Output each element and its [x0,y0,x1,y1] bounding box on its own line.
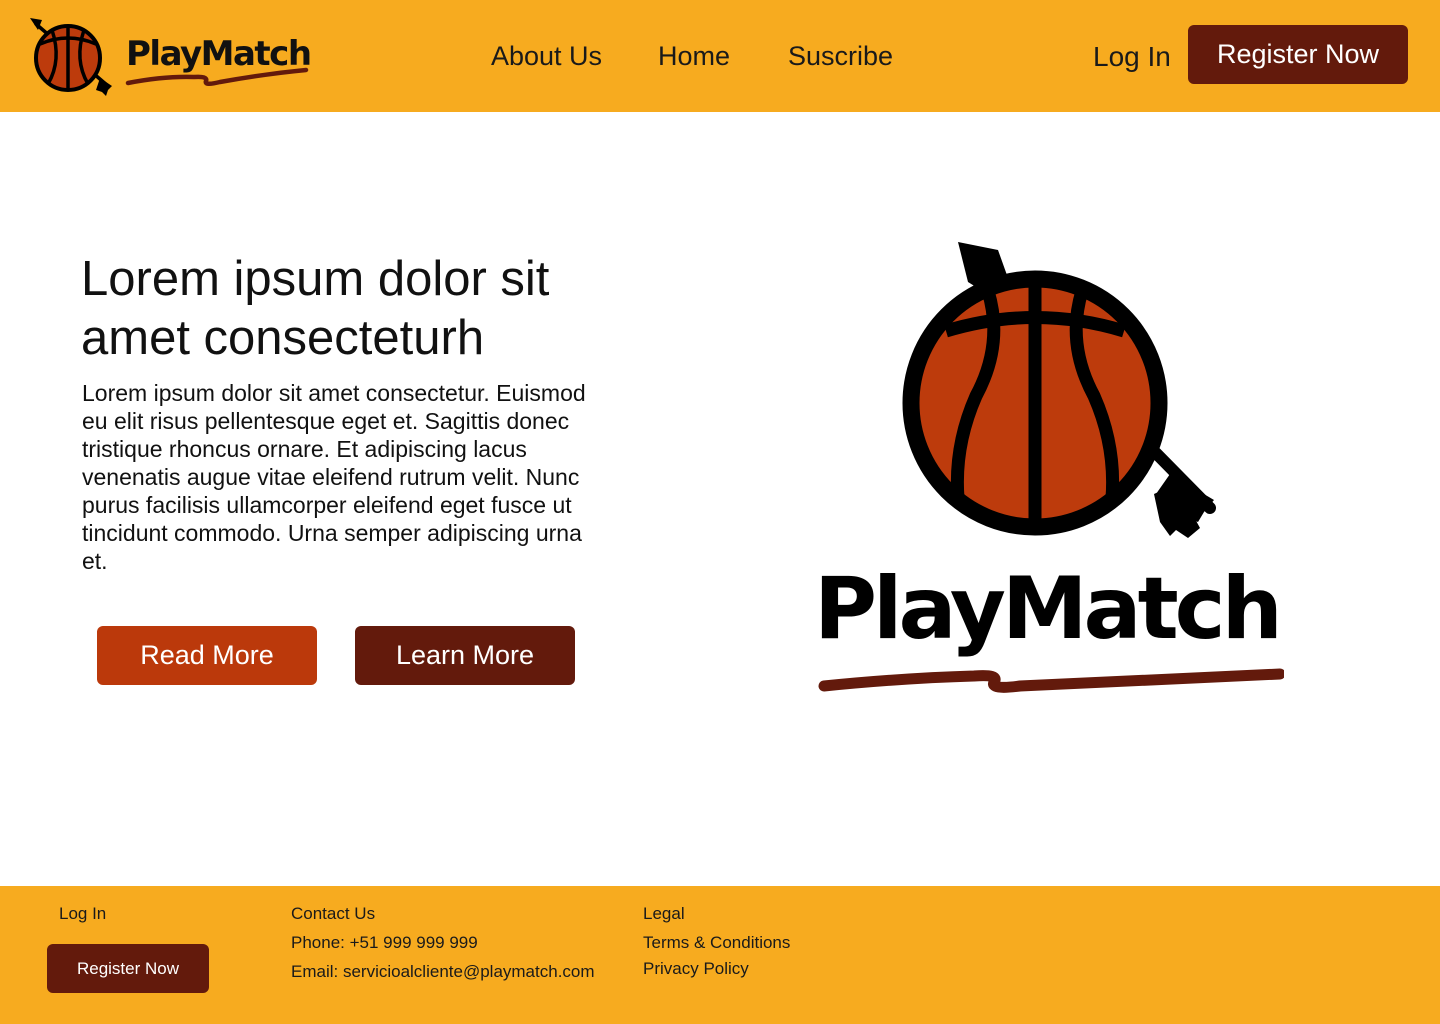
footer-phone: Phone: +51 999 999 999 [291,933,478,952]
basketball-arrow-icon [902,242,1216,538]
header-login-link[interactable]: Log In [1093,39,1171,75]
read-more-button[interactable]: Read More [97,626,317,685]
footer-legal-heading: Legal [643,904,685,923]
nav-subscribe[interactable]: Suscribe [788,38,893,74]
footer-terms-link[interactable]: Terms & Conditions [643,931,790,955]
learn-more-button[interactable]: Learn More [355,626,575,685]
basketball-arrow-icon [30,18,112,96]
footer-register-button[interactable]: Register Now [47,944,209,993]
nav-about-us[interactable]: About Us [491,38,602,74]
brand-underline-swoosh [125,67,309,86]
footer-privacy-link[interactable]: Privacy Policy [643,957,749,981]
hero-description: Lorem ipsum dolor sit amet consectetur. … [82,380,586,574]
site-footer: Log In Register Now Contact Us Phone: +5… [0,886,1440,1024]
hero-brand-name: PlayMatch [814,559,1283,659]
hero-title: Lorem ipsum dolor sit amet consecteturh [81,252,550,365]
hero-brand-swoosh [818,668,1284,693]
site-header: PlayMatch About Us Home Suscribe Log In … [0,0,1440,112]
footer-login-link[interactable]: Log In [59,902,106,926]
footer-email: Email: servicioalcliente@playmatch.com [291,962,595,981]
header-register-button[interactable]: Register Now [1188,25,1408,84]
footer-contact-heading: Contact Us [291,904,376,923]
hero-logo: PlayMatch [810,236,1290,706]
brand-logo-link[interactable]: PlayMatch [28,16,318,98]
nav-home[interactable]: Home [658,38,730,74]
